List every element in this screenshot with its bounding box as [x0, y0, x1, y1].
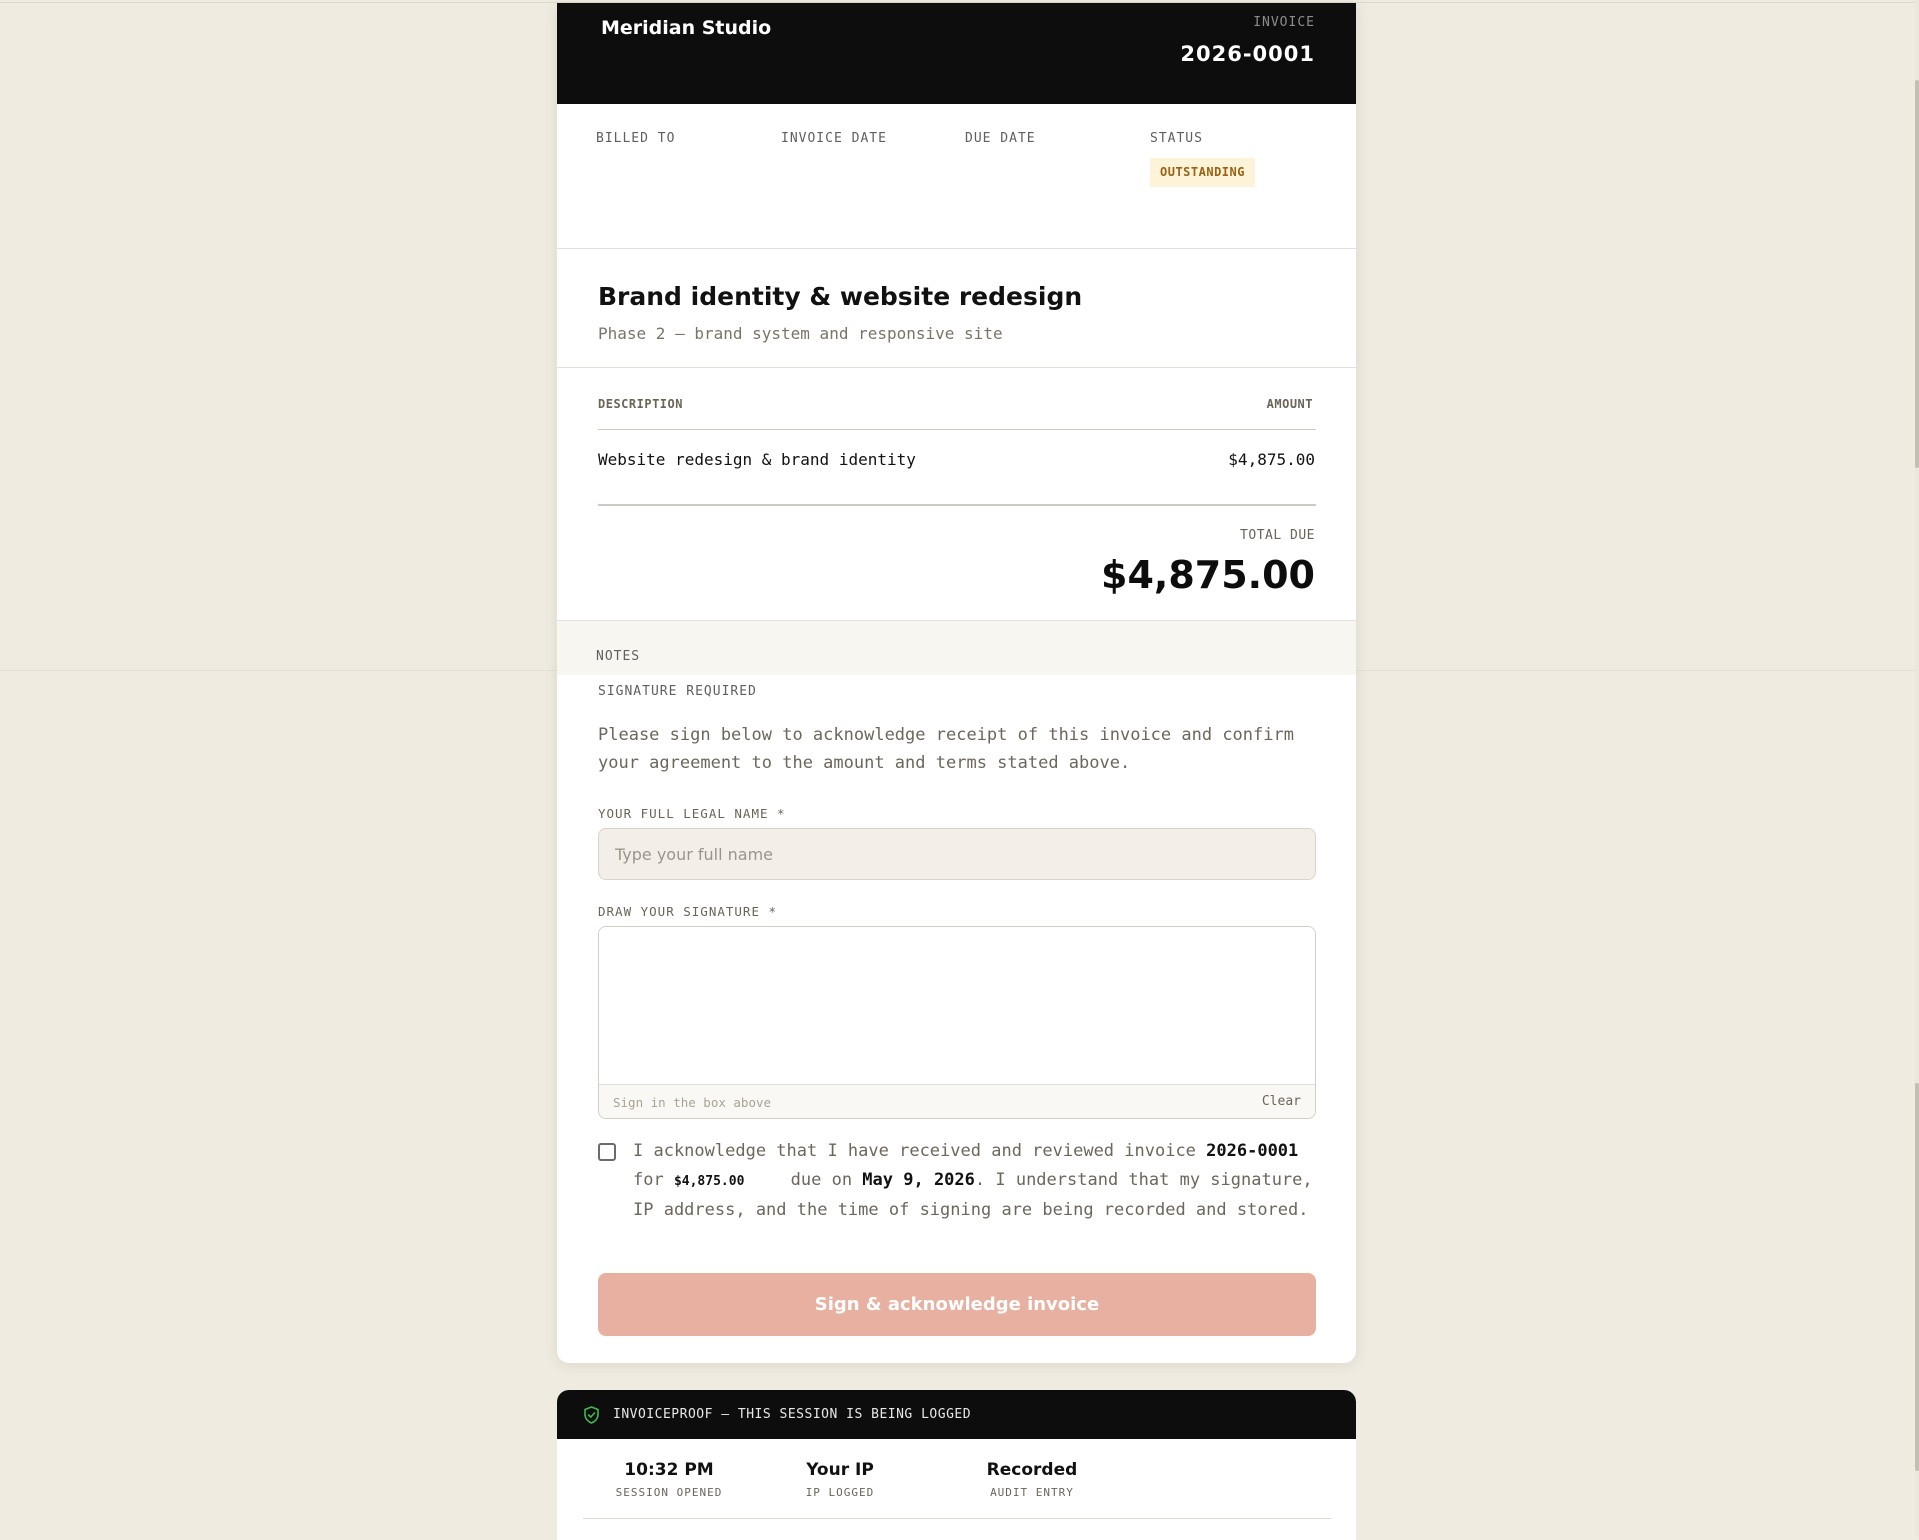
full-name-label: YOUR FULL LEGAL NAME *	[598, 806, 786, 821]
sign-acknowledge-button[interactable]: Sign & acknowledge invoice	[598, 1273, 1316, 1336]
session-opened-caption: SESSION OPENED	[615, 1486, 723, 1499]
scrollbar-thumb-secondary[interactable]	[1915, 1083, 1919, 1471]
audit-entry-caption: AUDIT ENTRY	[990, 1486, 1074, 1499]
signature-canvas[interactable]	[599, 927, 1315, 1084]
full-name-input[interactable]	[598, 828, 1316, 880]
signature-hint: Sign in the box above	[613, 1095, 772, 1110]
ack-text-part-3: due on	[780, 1169, 863, 1190]
billed-to-label: BILLED TO	[596, 131, 676, 146]
ack-invoice-number: 2026-0001	[1206, 1141, 1299, 1161]
due-date-label: DUE DATE	[965, 131, 1036, 146]
meta-divider	[557, 248, 1356, 249]
acknowledgement-text: I acknowledge that I have received and r…	[633, 1137, 1317, 1225]
table-header-rule	[598, 429, 1316, 430]
signature-required-label: SIGNATURE REQUIRED	[598, 684, 757, 699]
audit-divider	[583, 1518, 1331, 1519]
signature-pad: Sign in the box above Clear	[598, 926, 1316, 1119]
invoice-date-label: INVOICE DATE	[781, 131, 887, 146]
audit-stat-session: 10:32 PM SESSION OPENED	[589, 1460, 749, 1499]
total-due-label: TOTAL DUE	[1240, 528, 1315, 543]
clear-signature-button[interactable]: Clear	[1262, 1094, 1301, 1109]
ack-amount: $4,875.00	[673, 1173, 745, 1189]
ip-logged-caption: IP LOGGED	[805, 1486, 875, 1499]
signature-instructions: Please sign below to acknowledge receipt…	[598, 725, 1294, 773]
project-title: Brand identity & website redesign	[598, 282, 1083, 311]
scrollbar-thumb[interactable]	[1915, 80, 1919, 468]
invoice-label: INVOICE	[1253, 15, 1315, 30]
ip-logged-value: Your IP	[806, 1460, 874, 1480]
project-divider	[557, 367, 1356, 368]
invoice-card: Meridian Studio INVOICE 2026-0001 BILLED…	[557, 3, 1356, 1363]
audit-stat-ip: Your IP IP LOGGED	[760, 1460, 920, 1499]
signature-pad-footer: Sign in the box above Clear	[599, 1084, 1315, 1118]
audit-panel: INVOICEPROOF — THIS SESSION IS BEING LOG…	[557, 1390, 1356, 1540]
line-item-description: Website redesign & brand identity	[598, 450, 916, 469]
table-bottom-rule	[598, 504, 1316, 506]
session-opened-value: 10:32 PM	[624, 1460, 714, 1480]
notes-label: NOTES	[596, 649, 641, 664]
status-badge: OUTSTANDING	[1150, 158, 1255, 187]
invoice-header: Meridian Studio INVOICE 2026-0001	[557, 3, 1356, 104]
ack-text-part-2: for	[633, 1169, 674, 1190]
notes-section	[557, 620, 1356, 675]
shield-check-icon	[584, 1406, 599, 1424]
project-subtitle: Phase 2 — brand system and responsive si…	[598, 324, 1003, 343]
audit-title: INVOICEPROOF — THIS SESSION IS BEING LOG…	[613, 1407, 972, 1422]
description-header: DESCRIPTION	[598, 397, 683, 411]
line-item-amount: $4,875.00	[1228, 450, 1315, 469]
audit-stat-entry: Recorded AUDIT ENTRY	[952, 1460, 1112, 1499]
audit-header: INVOICEPROOF — THIS SESSION IS BEING LOG…	[557, 1390, 1356, 1439]
acknowledge-checkbox[interactable]	[598, 1143, 616, 1161]
total-due-value: $4,875.00	[1101, 553, 1315, 597]
audit-entry-value: Recorded	[986, 1460, 1078, 1480]
ack-due-date: May 9, 2026	[862, 1169, 975, 1190]
draw-signature-label: DRAW YOUR SIGNATURE *	[598, 904, 778, 919]
invoice-number: 2026-0001	[1180, 42, 1315, 66]
ack-text-part-1: I acknowledge that I have received and r…	[633, 1141, 1207, 1161]
amount-header: AMOUNT	[1266, 397, 1313, 411]
status-label: STATUS	[1150, 131, 1203, 146]
studio-name: Meridian Studio	[601, 17, 772, 39]
scrollbar[interactable]	[1915, 0, 1919, 1537]
